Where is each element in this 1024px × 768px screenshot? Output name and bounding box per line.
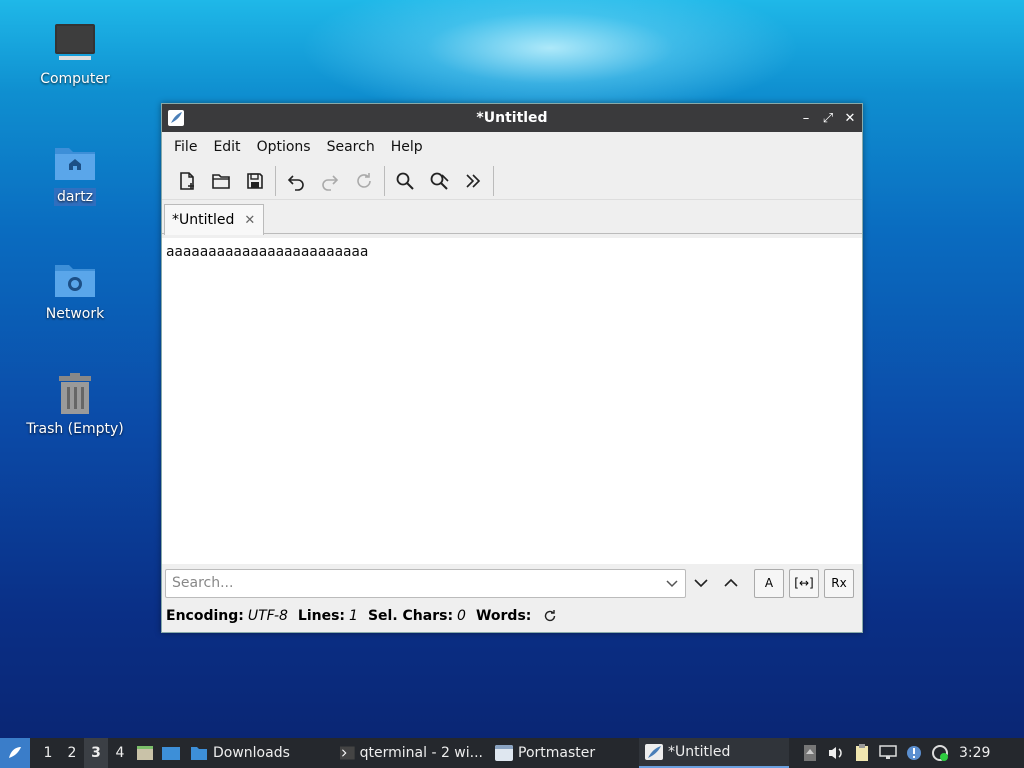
regex-button[interactable]: Rx <box>824 568 854 598</box>
editor-text: aaaaaaaaaaaaaaaaaaaaaaaa <box>166 244 369 260</box>
home-folder-icon <box>53 140 97 184</box>
more-icon[interactable] <box>456 164 490 198</box>
find-icon[interactable] <box>388 164 422 198</box>
menu-search[interactable]: Search <box>319 139 383 155</box>
text-editor-window[interactable]: *Untitled – ⤢ ✕ File Edit Options Search… <box>161 103 863 633</box>
network-folder-icon <box>53 257 97 301</box>
computer-icon <box>53 22 97 66</box>
whole-word-button[interactable]: [↔] <box>789 568 819 598</box>
desktop-icon-label: Trash (Empty) <box>26 421 124 437</box>
save-icon[interactable] <box>238 164 272 198</box>
desktop-icon-label: Network <box>45 306 105 322</box>
window-icon <box>495 745 513 761</box>
tab-close-icon[interactable]: ✕ <box>244 213 255 228</box>
clock[interactable]: 3:29 <box>959 745 990 761</box>
new-file-icon[interactable] <box>170 164 204 198</box>
taskbar: 1 2 3 4 Downloads qterminal - 2 wi... Po… <box>0 738 1024 768</box>
lxqt-logo-icon <box>9 747 21 758</box>
task-portmaster[interactable]: Portmaster <box>489 738 639 768</box>
match-case-button[interactable]: A <box>754 568 784 598</box>
toolbar-separator <box>384 165 385 196</box>
desktop-icon-label: Computer <box>40 71 110 87</box>
featherpad-icon <box>645 744 663 760</box>
toolbar-separator <box>275 165 276 196</box>
sel-chars-value: 0 <box>457 608 466 624</box>
folder-icon <box>191 747 207 760</box>
notification-icon[interactable] <box>901 738 927 768</box>
whole-word-icon: [↔] <box>794 576 814 590</box>
toolbar <box>162 162 862 200</box>
desktop-icon-network[interactable]: Network <box>20 257 130 323</box>
close-button[interactable]: ✕ <box>844 111 856 126</box>
chevron-down-icon[interactable] <box>665 576 679 590</box>
show-desktop-icon[interactable] <box>132 738 158 768</box>
lines-value: 1 <box>349 608 358 624</box>
toolbar-separator <box>493 165 494 196</box>
portmaster-status-icon[interactable] <box>927 738 953 768</box>
search-input[interactable]: Search... <box>165 568 686 598</box>
network-icon[interactable] <box>875 738 901 768</box>
task-downloads[interactable]: Downloads <box>184 738 334 768</box>
trash-icon <box>53 372 97 416</box>
status-bar: Encoding: UTF-8 Lines: 1 Sel. Chars: 0 W… <box>166 604 858 628</box>
open-folder-icon[interactable] <box>204 164 238 198</box>
arrow-down-icon <box>694 579 708 588</box>
search-placeholder: Search... <box>172 575 234 591</box>
maximize-button[interactable]: ⤢ <box>822 111 834 126</box>
system-tray: 3:29 <box>797 738 996 768</box>
task-label: Portmaster <box>518 745 596 761</box>
match-case-icon: A <box>764 576 774 590</box>
minimize-button[interactable]: – <box>800 111 812 126</box>
search-bar: Search... A [↔] Rx <box>165 568 859 598</box>
window-title: *Untitled <box>476 110 548 126</box>
eject-icon[interactable] <box>797 738 823 768</box>
reload-icon[interactable] <box>347 164 381 198</box>
tab-bar: *Untitled ✕ <box>162 200 862 235</box>
task-label: qterminal - 2 wi... <box>359 745 483 761</box>
file-manager-icon[interactable] <box>158 738 184 768</box>
menu-options[interactable]: Options <box>249 139 319 155</box>
arrow-up-icon <box>724 578 738 587</box>
menubar: File Edit Options Search Help <box>162 132 862 162</box>
encoding-label: Encoding: <box>166 608 244 624</box>
featherpad-icon <box>168 110 184 126</box>
undo-icon[interactable] <box>279 164 313 198</box>
start-menu-button[interactable] <box>0 738 30 768</box>
regex-icon: Rx <box>831 576 847 590</box>
workspace-2[interactable]: 2 <box>60 745 84 761</box>
redo-icon[interactable] <box>313 164 347 198</box>
menu-file[interactable]: File <box>166 139 205 155</box>
task-label: *Untitled <box>668 744 731 760</box>
desktop-icon-computer[interactable]: Computer <box>20 22 130 88</box>
words-label: Words: <box>475 608 532 624</box>
wallpaper-glow <box>300 0 800 120</box>
task-qterminal[interactable]: qterminal - 2 wi... <box>334 738 489 768</box>
tab-label: *Untitled <box>172 212 235 228</box>
volume-icon[interactable] <box>823 738 849 768</box>
tab-bar-line <box>162 233 862 234</box>
desktop-icon-home[interactable]: dartz <box>20 140 130 206</box>
text-editor-area[interactable]: aaaaaaaaaaaaaaaaaaaaaaaa <box>162 238 862 564</box>
refresh-icon[interactable] <box>543 609 557 623</box>
workspace-3[interactable]: 3 <box>84 738 108 768</box>
task-untitled[interactable]: *Untitled <box>639 738 789 768</box>
menu-help[interactable]: Help <box>383 139 431 155</box>
terminal-icon <box>340 746 355 760</box>
find-next-button[interactable] <box>686 569 716 598</box>
workspace-1[interactable]: 1 <box>36 745 60 761</box>
tab-untitled[interactable]: *Untitled ✕ <box>164 204 264 235</box>
find-previous-button[interactable] <box>716 569 746 598</box>
lines-label: Lines: <box>297 608 346 624</box>
window-titlebar[interactable]: *Untitled – ⤢ ✕ <box>162 104 862 132</box>
sel-chars-label: Sel. Chars: <box>367 608 454 624</box>
clipboard-icon[interactable] <box>849 738 875 768</box>
workspace-4[interactable]: 4 <box>108 745 132 761</box>
encoding-value: UTF-8 <box>247 608 288 624</box>
desktop-icon-label: dartz <box>53 188 97 206</box>
menu-edit[interactable]: Edit <box>205 139 248 155</box>
desktop-icon-trash[interactable]: Trash (Empty) <box>20 372 130 438</box>
task-label: Downloads <box>213 745 290 761</box>
find-replace-icon[interactable] <box>422 164 456 198</box>
